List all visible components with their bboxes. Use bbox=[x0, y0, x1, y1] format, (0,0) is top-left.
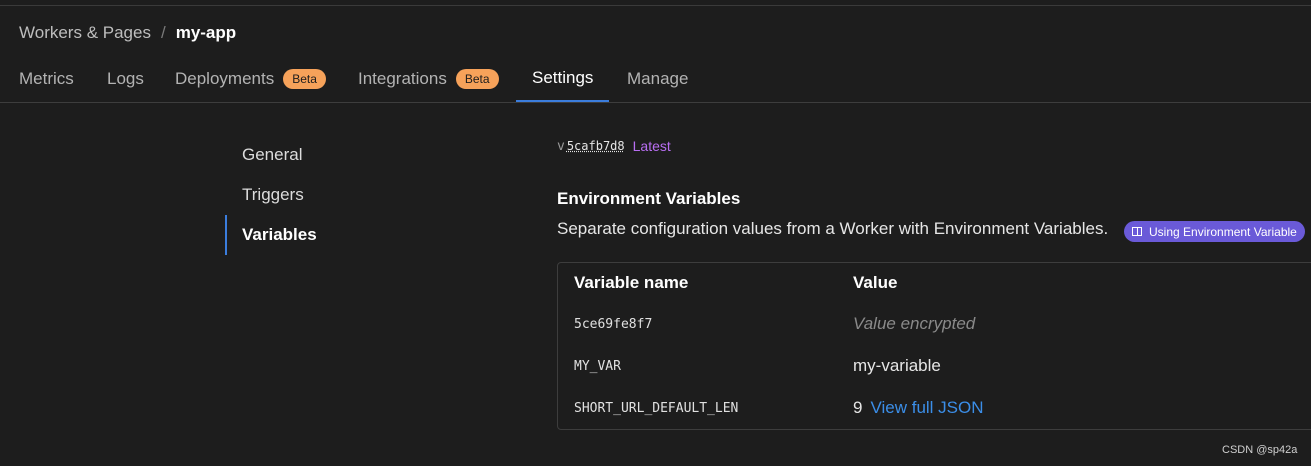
watermark: CSDN @sp42a bbox=[1222, 444, 1298, 456]
breadcrumb-workers-pages[interactable]: Workers & Pages bbox=[19, 23, 151, 43]
docs-link-pill[interactable]: Using Environment Variable bbox=[1124, 221, 1305, 242]
top-divider bbox=[0, 5, 1311, 6]
table-row: MY_VAR my-variable bbox=[558, 346, 1311, 386]
variable-value: Value encrypted bbox=[853, 314, 976, 333]
view-full-json-link[interactable]: View full JSON bbox=[870, 398, 983, 418]
tab-manage[interactable]: Manage bbox=[611, 55, 704, 102]
table-row: SHORT_URL_DEFAULT_LEN 9 View full JSON bbox=[558, 388, 1311, 428]
tab-settings[interactable]: Settings bbox=[516, 55, 610, 102]
section-description: Separate configuration values from a Wor… bbox=[557, 219, 1109, 238]
sidenav-item-general[interactable]: General bbox=[225, 135, 425, 175]
variable-value-cell: 9 View full JSON bbox=[853, 388, 984, 428]
tab-bar: Metrics Logs Deployments Beta Integratio… bbox=[0, 55, 1311, 103]
variable-name: SHORT_URL_DEFAULT_LEN bbox=[574, 400, 739, 416]
beta-badge: Beta bbox=[283, 68, 326, 89]
tab-deployments[interactable]: Deployments Beta bbox=[159, 55, 342, 102]
tab-deployments-label: Deployments bbox=[175, 68, 275, 88]
variable-name: MY_VAR bbox=[574, 358, 621, 374]
breadcrumb-separator: / bbox=[160, 23, 166, 42]
tab-metrics-label: Metrics bbox=[19, 68, 74, 88]
variable-value: 9 bbox=[853, 398, 863, 417]
beta-badge: Beta bbox=[455, 68, 499, 89]
book-icon bbox=[1132, 227, 1142, 236]
column-header-value: Value bbox=[853, 273, 898, 292]
variable-name: 5ce69fe8f7 bbox=[574, 316, 653, 332]
tab-metrics[interactable]: Metrics bbox=[3, 55, 90, 102]
tab-integrations[interactable]: Integrations Beta bbox=[342, 55, 515, 102]
column-header-name: Variable name bbox=[574, 273, 689, 292]
tab-integrations-label: Integrations bbox=[358, 68, 447, 88]
version-hash[interactable]: 5cafb7d8 bbox=[567, 139, 625, 153]
docs-link-label: Using Environment Variable bbox=[1149, 224, 1297, 239]
table-row: 5ce69fe8f7 Value encrypted bbox=[558, 304, 1311, 344]
sidenav-item-variables[interactable]: Variables bbox=[225, 215, 425, 255]
section-title: Environment Variables bbox=[557, 189, 741, 208]
sidenav-item-triggers[interactable]: Triggers bbox=[225, 175, 425, 215]
latest-tag: Latest bbox=[632, 138, 671, 154]
tab-manage-label: Manage bbox=[627, 68, 689, 88]
breadcrumb-current: my-app bbox=[175, 23, 237, 42]
variable-value: my-variable bbox=[853, 356, 941, 375]
version-info: v 5cafb7d8 Latest bbox=[557, 138, 671, 154]
env-vars-table: Variable name Value 5ce69fe8f7 Value enc… bbox=[557, 262, 1311, 430]
breadcrumb: Workers & Pages / my-app bbox=[19, 23, 236, 43]
tab-logs[interactable]: Logs bbox=[91, 55, 160, 102]
tab-logs-label: Logs bbox=[107, 68, 144, 88]
tab-settings-label: Settings bbox=[532, 67, 594, 87]
version-prefix: v bbox=[557, 138, 565, 154]
